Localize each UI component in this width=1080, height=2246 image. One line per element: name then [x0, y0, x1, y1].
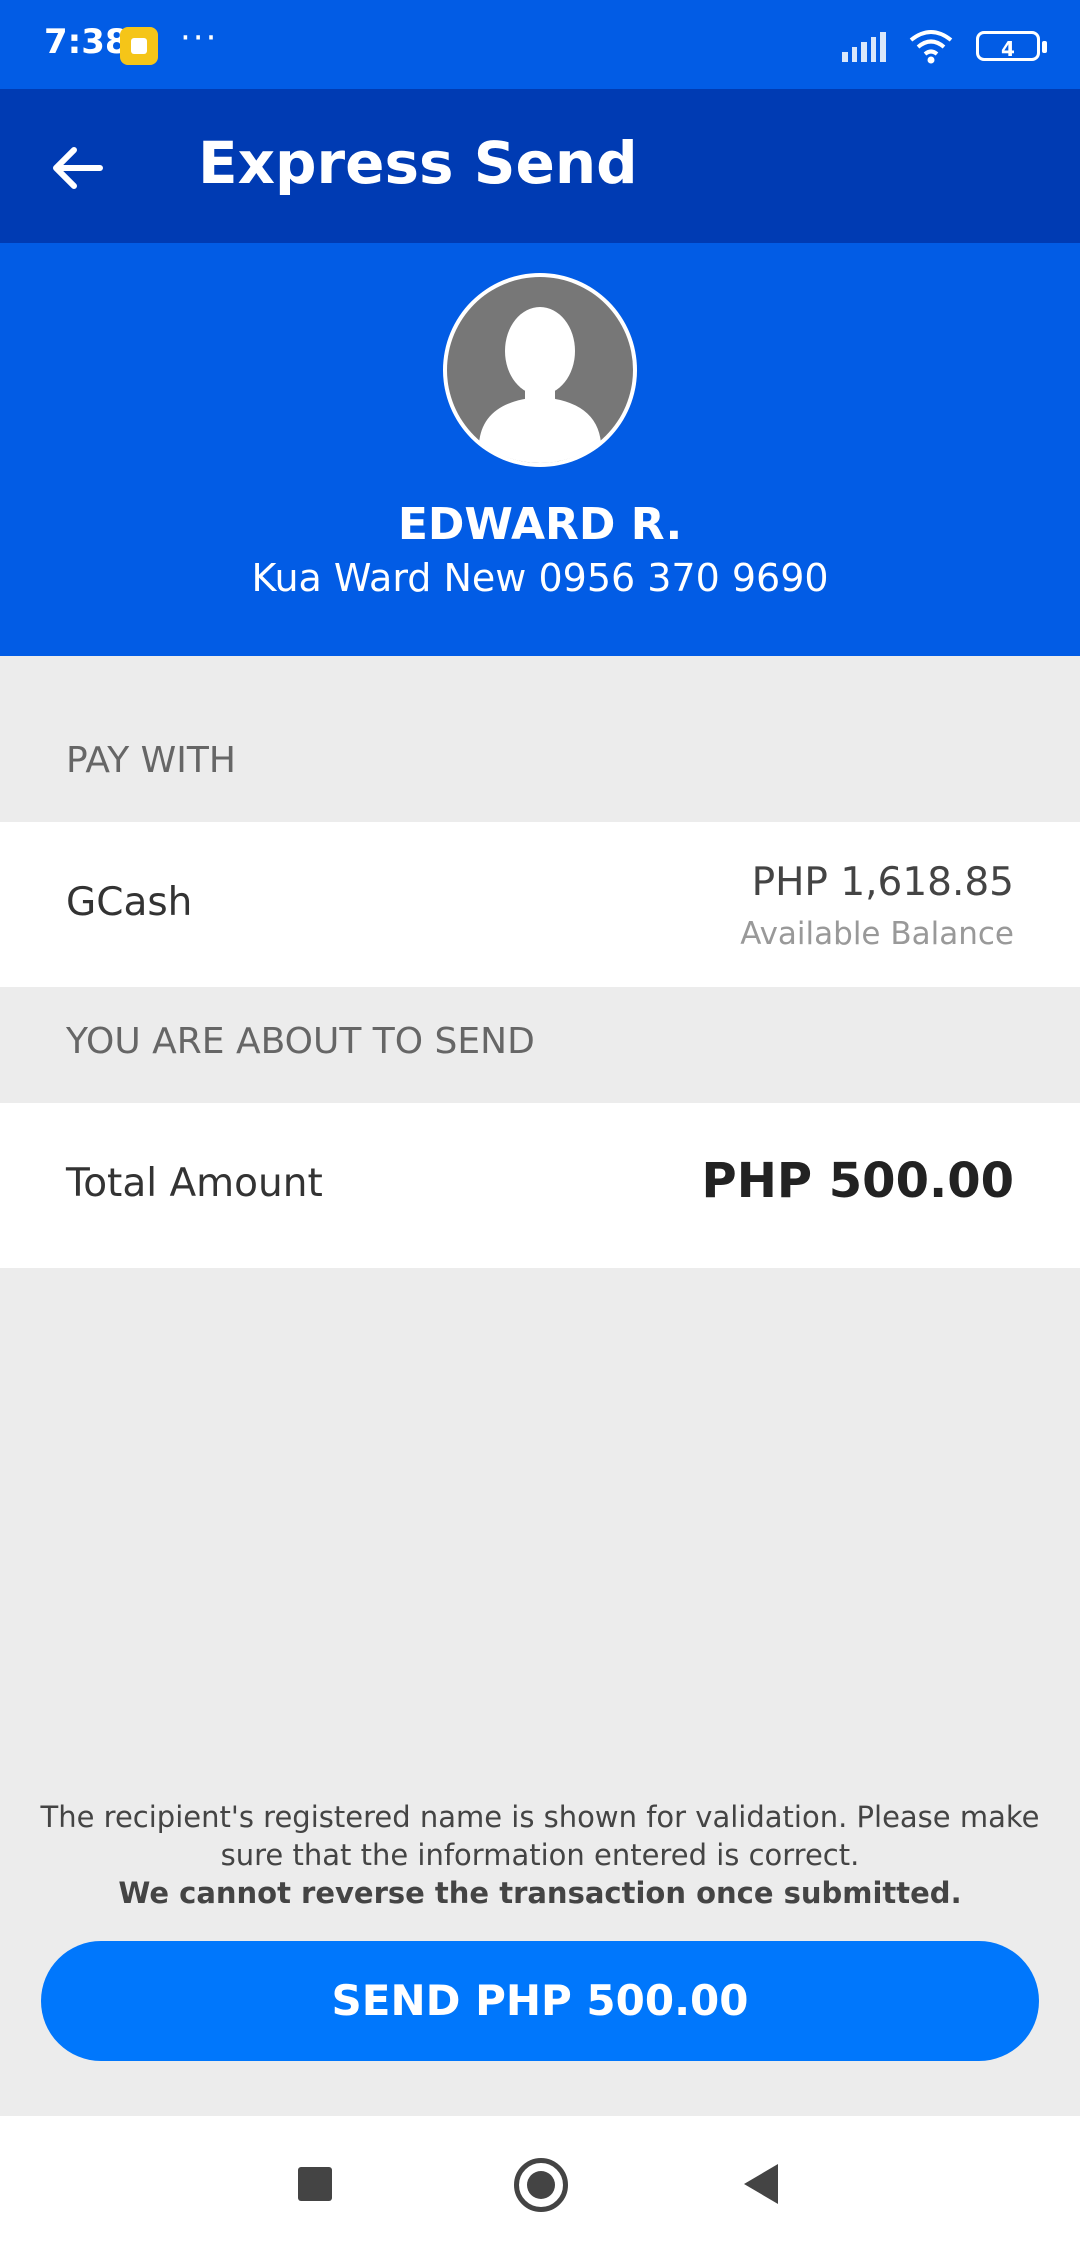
- total-amount-row: Total Amount PHP 500.00: [0, 1103, 1080, 1268]
- send-button[interactable]: SEND PHP 500.00: [41, 1941, 1039, 2061]
- page-title: Express Send: [198, 129, 638, 197]
- total-amount-label: Total Amount: [66, 1161, 323, 1206]
- status-time: 7:38: [44, 22, 129, 62]
- pay-with-label: PAY WITH: [66, 740, 236, 781]
- disclaimer: The recipient's registered name is shown…: [30, 1798, 1050, 1912]
- back-button[interactable]: [40, 131, 114, 205]
- balance-amount: PHP 1,618.85: [751, 860, 1014, 905]
- app-bar: Express Send: [0, 89, 1080, 243]
- recents-icon[interactable]: [298, 2167, 332, 2201]
- recipient-name: EDWARD R.: [397, 499, 683, 550]
- payment-method-name: GCash: [66, 880, 193, 925]
- back-triangle-icon[interactable]: [744, 2164, 778, 2204]
- home-icon[interactable]: [514, 2158, 568, 2212]
- wifi-icon: [909, 30, 953, 64]
- recipient-details: Kua Ward New 0956 370 9690: [251, 556, 829, 600]
- send-summary-label: YOU ARE ABOUT TO SEND: [66, 1021, 535, 1062]
- status-indicators: 4: [842, 24, 1047, 68]
- avatar: [443, 273, 637, 467]
- recipient-header: EDWARD R. Kua Ward New 0956 370 9690: [0, 243, 1080, 656]
- arrow-left-icon: [53, 147, 103, 189]
- battery-icon: 4: [976, 31, 1047, 61]
- system-nav-bar: [0, 2116, 1080, 2246]
- disclaimer-text: The recipient's registered name is shown…: [40, 1800, 1040, 1872]
- person-silhouette-icon: [447, 277, 633, 463]
- payment-method-row[interactable]: GCash PHP 1,618.85 Available Balance: [0, 822, 1080, 987]
- balance-label: Available Balance: [740, 916, 1014, 952]
- total-amount-value: PHP 500.00: [701, 1153, 1014, 1209]
- signal-icon: [842, 30, 886, 62]
- disclaimer-warning: We cannot reverse the transaction once s…: [118, 1876, 962, 1910]
- more-notifications-icon: ···: [180, 18, 219, 58]
- app-notification-icon: [120, 27, 158, 65]
- status-bar: 7:38 ··· 4: [0, 0, 1080, 89]
